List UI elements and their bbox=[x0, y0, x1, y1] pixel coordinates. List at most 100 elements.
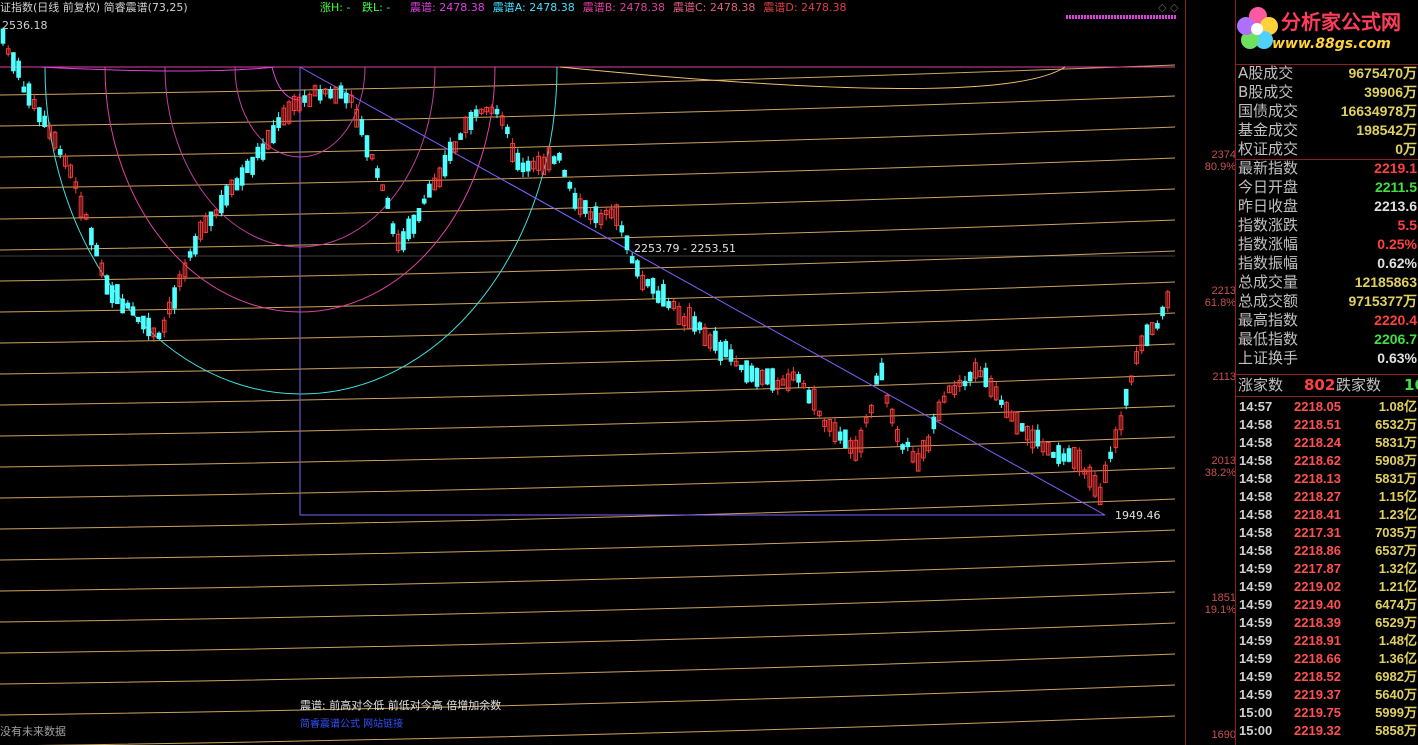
cyan-arc bbox=[44, 66, 558, 395]
candle-body bbox=[525, 160, 531, 172]
spectrum-curve bbox=[0, 219, 1176, 251]
candle-body bbox=[494, 108, 500, 115]
stat-label: 最新指数 bbox=[1238, 159, 1299, 177]
stat-value: 0万 bbox=[1395, 141, 1417, 157]
candle-body bbox=[557, 152, 562, 161]
tick-price: 2218.13 bbox=[1294, 471, 1341, 486]
tick-row: 14:58 2218.62 5908万 bbox=[1236, 452, 1418, 470]
tick-row: 14:59 2219.40 6474万 bbox=[1236, 596, 1418, 614]
candle-body bbox=[219, 194, 224, 214]
tick-time: 15:00 bbox=[1239, 723, 1273, 738]
up-count: 802 bbox=[1304, 376, 1336, 394]
tick-row: 15:00 2219.75 5999万 bbox=[1236, 704, 1418, 722]
site-logo[interactable]: 分析家公式网 www.88gs.com bbox=[1236, 0, 1418, 62]
tick-row: 14:59 2218.39 6529万 bbox=[1236, 614, 1418, 632]
stat-row: 指数涨幅 0.25% bbox=[1236, 235, 1418, 254]
low-price-label: 1949.46 bbox=[1115, 509, 1161, 522]
candle-body bbox=[130, 306, 136, 316]
candle-body bbox=[562, 169, 567, 177]
candle-body bbox=[1144, 324, 1150, 347]
spectrum-curve bbox=[0, 622, 1176, 654]
tick-price: 2218.66 bbox=[1294, 651, 1341, 666]
formula-link[interactable]: 简睿震谱公式 网站链接 bbox=[300, 715, 403, 730]
tick-volume: 6532万 bbox=[1375, 417, 1417, 432]
candle-body bbox=[260, 143, 266, 160]
candle-body bbox=[661, 284, 666, 307]
tick-price: 2219.32 bbox=[1294, 723, 1341, 738]
quote-panel: 分析家公式网 www.88gs.com A股成交 9675470万 B股成交 3990… bbox=[1235, 0, 1418, 745]
tick-time: 14:59 bbox=[1239, 687, 1273, 702]
candle-body bbox=[765, 368, 770, 385]
stat-label: 指数涨跌 bbox=[1238, 216, 1299, 234]
down-count-label: 跌家数 bbox=[1336, 376, 1382, 394]
candle-body bbox=[692, 316, 697, 332]
stat-label: 基金成交 bbox=[1238, 121, 1299, 139]
candle-body bbox=[879, 362, 885, 381]
corner-diamond-icon[interactable]: ◇ ◇ bbox=[1158, 0, 1178, 16]
tick-volume: 5999万 bbox=[1375, 705, 1417, 720]
candle-body bbox=[458, 133, 463, 140]
down-count: 16 bbox=[1404, 376, 1418, 394]
tick-volume: 1.36亿 bbox=[1378, 651, 1417, 666]
tick-price: 2217.31 bbox=[1294, 525, 1341, 540]
tick-volume: 1.15亿 bbox=[1378, 489, 1417, 504]
candle-body bbox=[411, 214, 417, 234]
spectrum-curve bbox=[0, 343, 1176, 375]
tick-price: 2218.27 bbox=[1294, 489, 1341, 504]
candle-body bbox=[983, 367, 989, 388]
tick-volume: 1.08亿 bbox=[1378, 399, 1417, 414]
chart-canvas[interactable] bbox=[0, 0, 1185, 745]
stat-label: 最低指数 bbox=[1238, 330, 1299, 348]
indicator-item: 震谱A: 2478.38 bbox=[492, 1, 575, 14]
spectrum-curve bbox=[0, 436, 1176, 468]
candle-body bbox=[442, 155, 448, 177]
stat-row: 总成交量 12185863 bbox=[1236, 273, 1418, 292]
tick-time: 14:59 bbox=[1239, 579, 1273, 594]
up-count-label: 涨家数 bbox=[1238, 376, 1284, 394]
tick-volume: 6474万 bbox=[1375, 597, 1417, 612]
tick-row: 14:59 2217.87 1.32亿 bbox=[1236, 560, 1418, 578]
candle-body bbox=[473, 109, 479, 117]
stat-row: 总成交额 9715377万 bbox=[1236, 292, 1418, 311]
candle-body bbox=[109, 285, 115, 304]
stat-row: 权证成交 0万 bbox=[1236, 140, 1418, 159]
candle-body bbox=[250, 156, 255, 175]
candle-body bbox=[276, 117, 281, 128]
tick-price: 2219.02 bbox=[1294, 579, 1341, 594]
tick-volume: 6529万 bbox=[1375, 615, 1417, 630]
spectrum-curve bbox=[0, 95, 1176, 127]
axis-label: 2213 bbox=[1211, 285, 1236, 297]
indicator-values: 震谱: 2478.38 震谱A: 2478.38 震谱B: 2478.38 震谱C: … bbox=[410, 0, 855, 16]
spectrum-curve bbox=[0, 560, 1176, 592]
candle-body bbox=[104, 275, 110, 295]
candle-body bbox=[245, 160, 250, 174]
candle-body bbox=[37, 107, 42, 123]
stat-value: 2211.5 bbox=[1374, 179, 1417, 195]
spectrum-curve bbox=[0, 374, 1176, 406]
tick-price: 2218.24 bbox=[1294, 435, 1341, 450]
candle-body bbox=[650, 278, 656, 294]
stat-row: 上证换手 0.63% bbox=[1236, 349, 1418, 368]
candle-body bbox=[796, 374, 801, 383]
stat-value: 9675470万 bbox=[1348, 65, 1417, 81]
candle-body bbox=[1160, 306, 1165, 317]
kline-chart[interactable]: 证指数(日线 前复权) 简睿震谱(73,25) 涨H: - 跌L: - 震谱: … bbox=[0, 0, 1185, 745]
stat-label: 今日开盘 bbox=[1238, 178, 1299, 196]
tick-price: 2218.62 bbox=[1294, 453, 1341, 468]
axis-label: 1851 bbox=[1211, 592, 1236, 604]
candle-body bbox=[42, 115, 47, 127]
tick-price: 2219.40 bbox=[1294, 597, 1341, 612]
spectrum-curve bbox=[0, 529, 1176, 561]
indicator-strip bbox=[1066, 15, 1176, 19]
candle-body bbox=[401, 231, 406, 251]
tick-time: 14:59 bbox=[1239, 633, 1273, 648]
future-data-note: 没有未来数据 bbox=[0, 725, 66, 738]
candle-body bbox=[754, 368, 760, 387]
candle-body bbox=[271, 125, 276, 144]
candle-body bbox=[406, 218, 411, 240]
candle-body bbox=[447, 141, 453, 161]
candle-body bbox=[744, 360, 749, 383]
candle-body bbox=[208, 211, 214, 226]
spectrum-curve bbox=[0, 467, 1176, 499]
stat-value: 5.5 bbox=[1397, 217, 1417, 233]
